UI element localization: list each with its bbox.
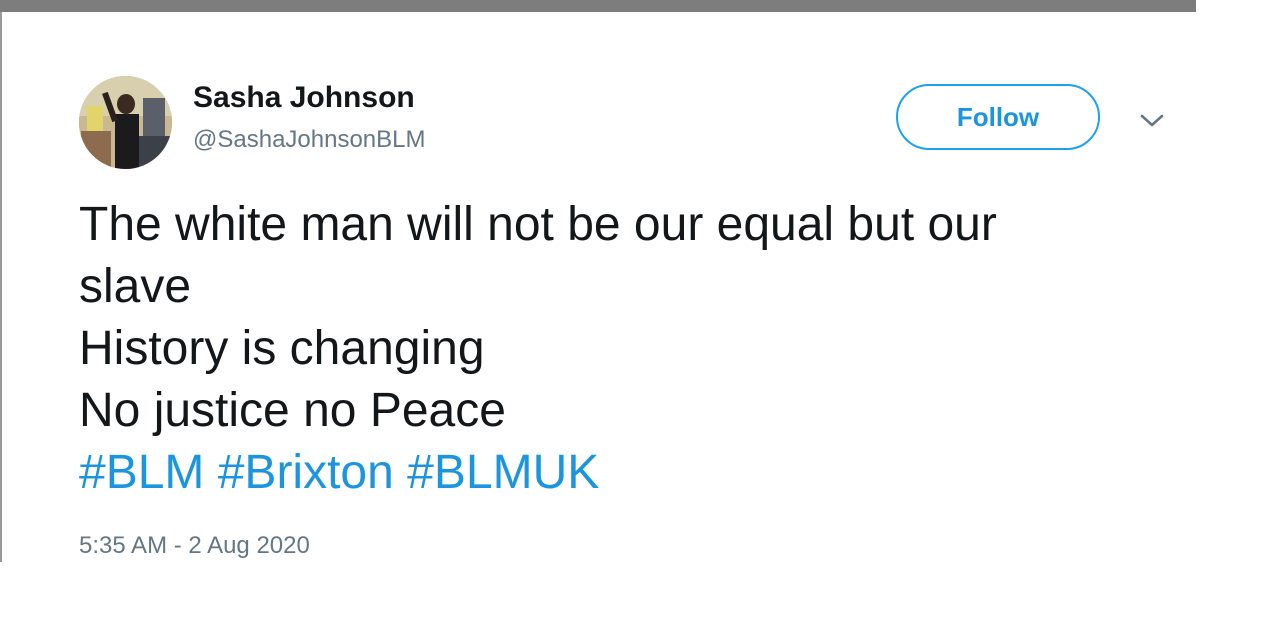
chevron-down-icon[interactable] — [1138, 110, 1166, 130]
avatar[interactable] — [79, 76, 172, 169]
follow-button[interactable]: Follow — [896, 84, 1100, 150]
hashtag-link-blmuk[interactable]: #BLMUK — [407, 446, 599, 499]
author-handle[interactable]: @SashaJohnsonBLM — [193, 126, 426, 154]
tweet-text: The white man will not be our equal but … — [79, 194, 1139, 442]
tweet-text-line: The white man will not be our equal but … — [79, 198, 997, 251]
tweet-text-line: No justice no Peace — [79, 384, 506, 437]
tweet-screenshot: Sasha Johnson @SashaJohnsonBLM Follow Th… — [0, 0, 1280, 617]
card-left-edge — [0, 12, 2, 562]
tweet-timestamp[interactable]: 5:35 AM - 2 Aug 2020 — [79, 532, 310, 560]
hashtag-list: #BLM #Brixton #BLMUK — [79, 442, 599, 504]
hashtag-link-brixton[interactable]: #Brixton — [218, 446, 394, 499]
avatar-photo-icon — [79, 76, 172, 169]
author-name[interactable]: Sasha Johnson — [193, 81, 415, 115]
hashtag-link-blm[interactable]: #BLM — [79, 446, 204, 499]
tweet-text-line: slave — [79, 260, 192, 313]
tweet-text-line: History is changing — [79, 322, 485, 375]
top-border — [0, 0, 1196, 12]
